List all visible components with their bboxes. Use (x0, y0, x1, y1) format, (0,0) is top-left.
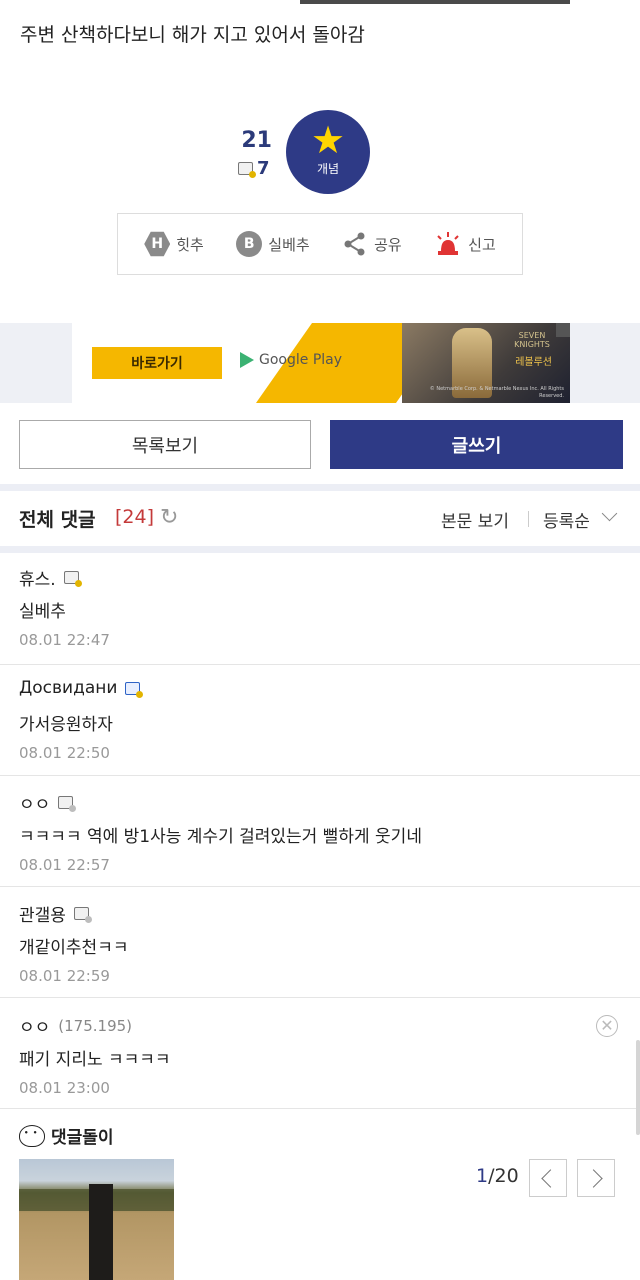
best-icon: B (236, 231, 263, 257)
pager-current: 1 (476, 1165, 489, 1187)
fixed-nick-icon (125, 681, 144, 698)
comment-time: 08.01 22:50 (19, 744, 110, 762)
comment-text: 패기 지리노 ㅋㅋㅋㅋ (19, 1050, 171, 1070)
ad-banner[interactable]: 바로가기 Google Play SEVEN KNIGHTS 레볼루션 © Ne… (72, 323, 570, 403)
comment-time: 08.01 22:57 (19, 856, 110, 874)
comment-item: ㅇㅇ ㅋㅋㅋㅋ 역에 방1사능 계수기 걸려있는거 뻘하게 웃기네 08.01 … (0, 788, 640, 887)
hit-recommend-label: 힛추 (176, 235, 204, 254)
fixed-nick-icon (238, 162, 256, 178)
share-label: 공유 (374, 235, 402, 254)
fixed-nick-icon (63, 571, 82, 587)
prev-page-button[interactable] (529, 1159, 567, 1197)
star-icon: ★ (310, 118, 346, 162)
chevron-down-icon[interactable] (601, 505, 618, 522)
comment-text: 개같이추천ㅋㅋ (19, 938, 129, 958)
hit-icon: H (144, 231, 171, 257)
header-divider (528, 511, 529, 527)
share-icon (344, 232, 365, 256)
recommend-button-label: 개념 (316, 162, 340, 176)
sort-select[interactable]: 등록순 (543, 507, 590, 532)
comment-bot-title: 댓글돌이 (51, 1128, 114, 1148)
comment-time: 08.01 22:59 (19, 967, 110, 985)
fixed-nick-recommend: 7 (238, 158, 270, 179)
comments-count: [24] (115, 506, 155, 528)
comment-nick[interactable]: ㅇㅇ (19, 1013, 50, 1038)
comment-nick[interactable]: ㅇㅇ (19, 790, 50, 815)
report-button[interactable]: 신고 (434, 231, 496, 257)
comment-nick[interactable]: 휴스. (19, 565, 56, 590)
report-label: 신고 (468, 235, 496, 254)
game-logo-bottom: 레볼루션 (515, 357, 552, 368)
game-logo-top: SEVEN KNIGHTS (514, 331, 550, 349)
recommend-count: 21 (241, 128, 272, 153)
google-play-badge: Google Play (240, 352, 342, 368)
post-actions: H 힛추 B 실베추 공유 신고 (117, 213, 523, 275)
comment-item: Досвидани 가서응원하자 08.01 22:50 (0, 676, 640, 776)
comment-time: 08.01 23:00 (19, 1079, 110, 1097)
ad-go-button[interactable]: 바로가기 (92, 347, 222, 379)
hit-recommend-button[interactable]: H 힛추 (144, 231, 204, 257)
comment-text: ㅋㅋㅋㅋ 역에 방1사능 계수기 걸려있는거 뻘하게 웃기네 (19, 827, 422, 847)
comment-item: 관갤용 개같이추천ㅋㅋ 08.01 22:59 (0, 899, 640, 998)
best-recommend-label: 실베추 (268, 235, 310, 254)
write-post-button[interactable]: 글쓰기 (330, 420, 623, 469)
comment-bot-image[interactable] (19, 1159, 174, 1280)
comment-bot-header: 댓글돌이 (19, 1123, 114, 1148)
delete-comment-icon[interactable]: ✕ (596, 1015, 618, 1037)
previous-image-edge (0, 0, 640, 6)
best-recommend-button[interactable]: B 실베추 (236, 231, 310, 257)
comments-divider (0, 546, 640, 553)
half-fixed-nick-icon (73, 907, 92, 923)
comment-nick[interactable]: 관갤용 (19, 901, 66, 926)
comment-text: 실베추 (19, 602, 66, 622)
recommend-button[interactable]: ★ 개념 (286, 110, 370, 194)
google-play-icon (240, 352, 254, 368)
fixed-nick-recommend-count: 7 (257, 158, 270, 179)
bot-pager: 1/20 (476, 1165, 519, 1187)
ad-copyright: © Netmarble Corp. & Netmarble Nexus Inc.… (429, 386, 564, 399)
siren-icon (437, 232, 459, 255)
comment-item: ㅇㅇ (175.195) 패기 지리노 ㅋㅋㅋㅋ 08.01 23:00 ✕ (0, 1011, 640, 1109)
list-view-button[interactable]: 목록보기 (19, 420, 311, 469)
pager-total: /20 (488, 1165, 519, 1187)
refresh-icon[interactable]: ↻ (160, 506, 178, 530)
comment-text: 가서응원하자 (19, 715, 113, 735)
share-button[interactable]: 공유 (342, 231, 402, 257)
comment-time: 08.01 22:47 (19, 631, 110, 649)
comments-title: 전체 댓글 (19, 509, 96, 531)
next-page-button[interactable] (577, 1159, 615, 1197)
comment-ip: (175.195) (58, 1016, 133, 1035)
comment-nick[interactable]: Досвидани (19, 678, 117, 698)
scrollbar[interactable] (636, 1040, 640, 1135)
ad-close-icon[interactable] (556, 323, 570, 337)
half-fixed-nick-icon (58, 796, 77, 812)
bot-face-icon (19, 1124, 45, 1147)
section-divider (0, 484, 640, 491)
view-body-link[interactable]: 본문 보기 (441, 507, 509, 532)
post-body-text: 주변 산책하다보니 해가 지고 있어서 돌아감 (20, 24, 365, 46)
comment-item: 휴스. 실베추 08.01 22:47 (0, 563, 640, 665)
